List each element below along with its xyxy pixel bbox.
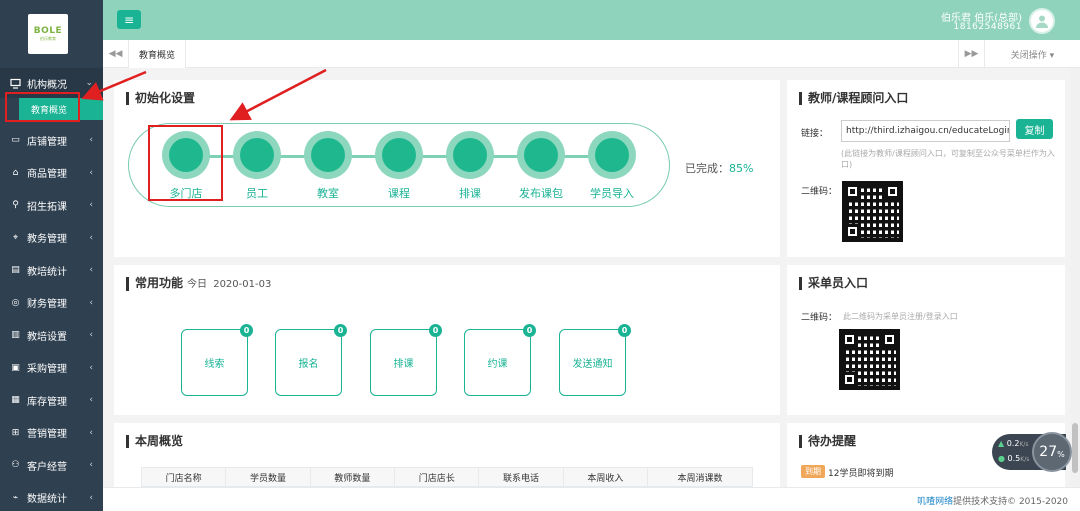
annotation-arrows: [81, 68, 327, 121]
annotation-arrow: [229, 68, 327, 121]
annotation-arrow: [81, 70, 147, 101]
